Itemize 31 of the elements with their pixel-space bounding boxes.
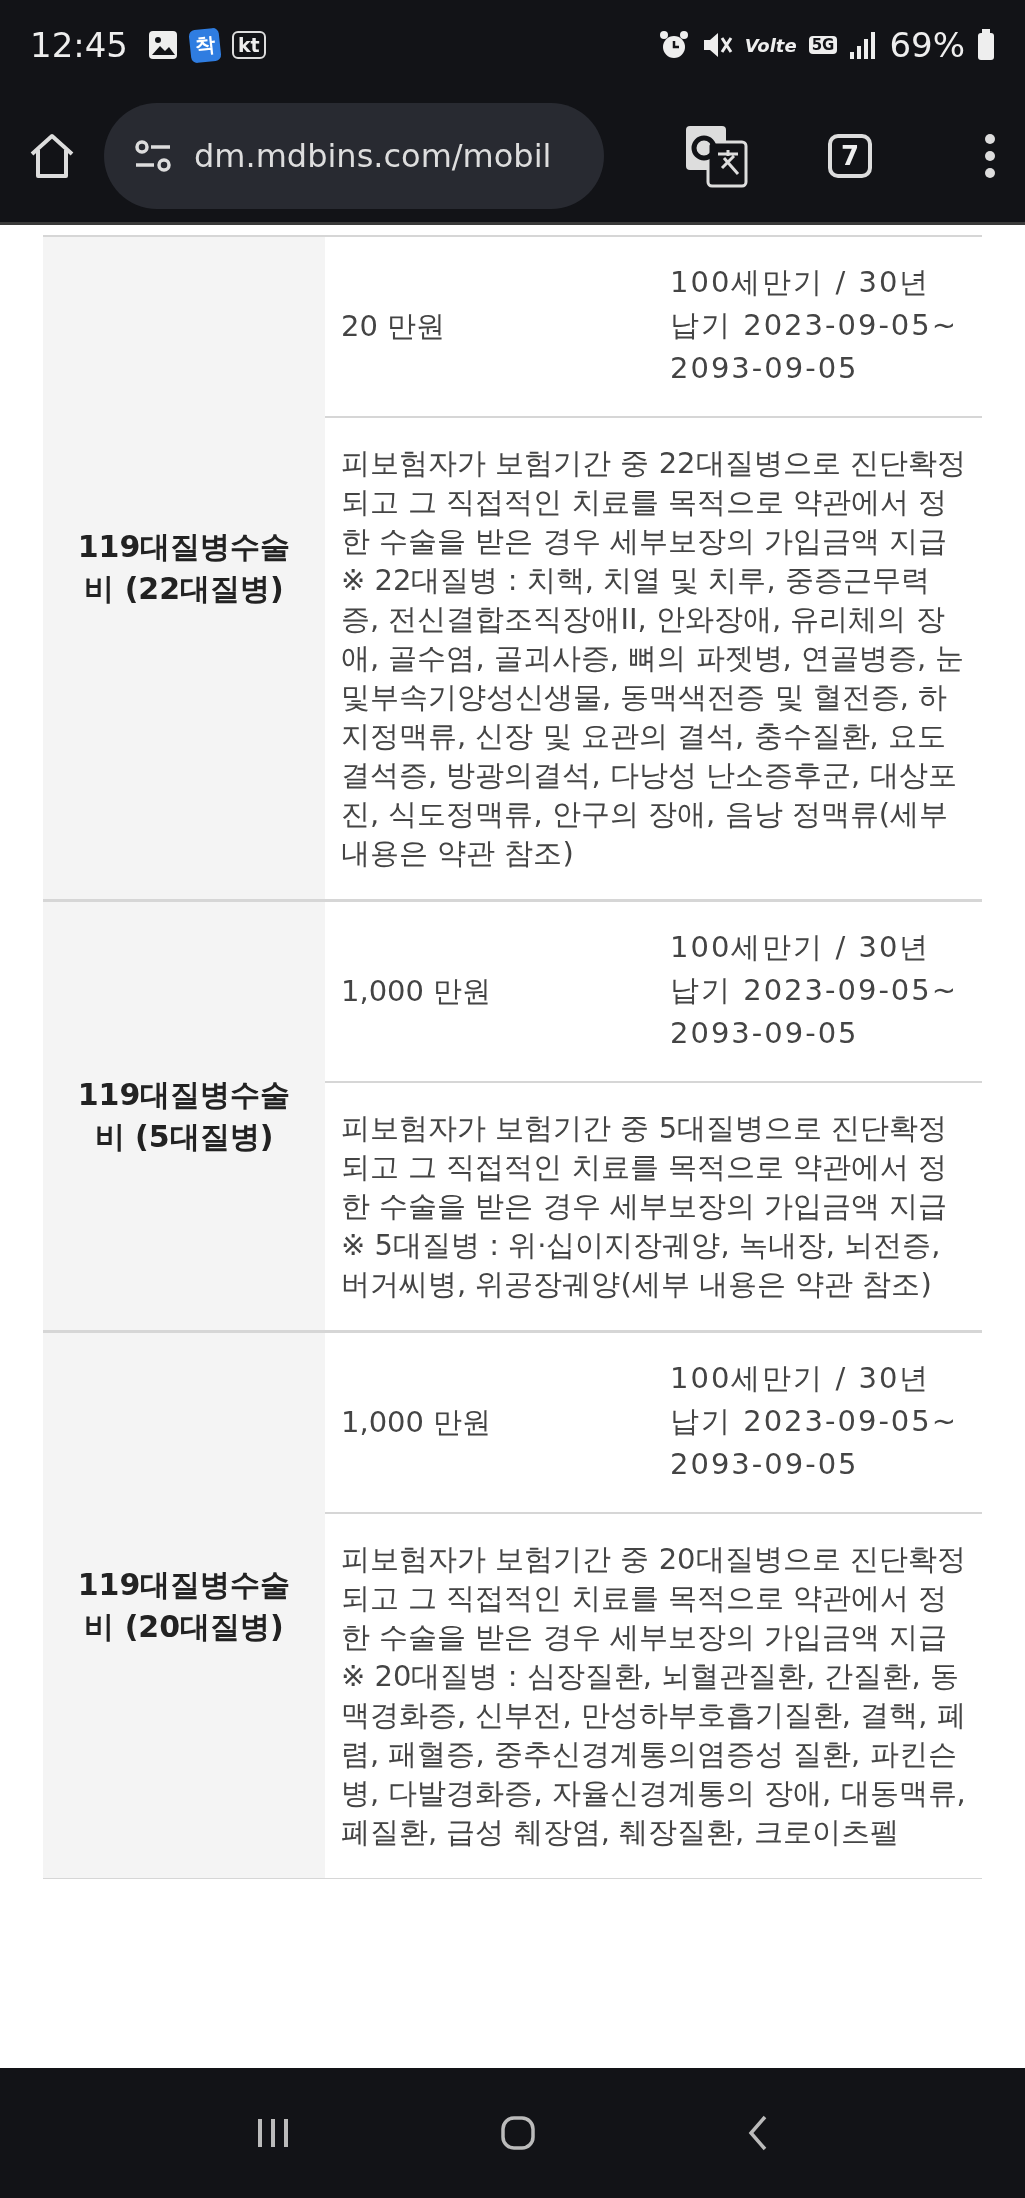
more-icon <box>983 133 997 179</box>
period-cell-text: 100세만기 / 30년 납기 2023-09-05~2093-09-05 <box>670 929 960 1052</box>
carrier-badge: kt <box>232 31 266 59</box>
amount-cell-text: 1,000 만원 <box>340 972 493 1010</box>
period-cell-text: 100세만기 / 30년 납기 2023-09-05~2093-09-05 <box>670 1360 960 1483</box>
alarm-icon <box>658 30 689 60</box>
period-cell-text: 100세만기 / 30년 납기 2023-09-05~2093-09-05 <box>670 264 960 387</box>
description-cell-text: 피보험자가 보험기간 중 5대질병으로 진단확정되고 그 직접적인 치료를 목적으로 약관에서 정한 수술을 받은 경우 세부보장의 가입금액 지급 ※ 5대질병 : 위·십이지장궤양, 녹내장, 뇌전증, 버거씨병, 위공장궤양(세부 내용은 약관 참조) <box>340 1110 949 1303</box>
home-icon <box>28 132 76 180</box>
translate-icon[interactable] <box>684 124 748 188</box>
recent-apps-icon <box>255 2117 290 2149</box>
description-cell-text: 피보험자가 보험기간 중 20대질병으로 진단확정되고 그 직접적인 치료를 목적으로 약관에서 정한 수술을 받은 경우 세부보장의 가입금액 지급 ※ 20대질병 : 심장질환, 뇌혈관질환, 간질환, 동맥경화증, 신부전, 만성하부호흡기질환, 결핵, 폐렴, 패혈증, 중추신경계통의염증성 질환, 파킨슨병, 다발경화증, 자율신경계통의 장애, 대동맥류, 폐질환, 급성 췌장염, 췌장질환, 크로이츠펠 <box>340 1541 967 1851</box>
app-badge: 착 <box>188 27 222 63</box>
battery-icon <box>977 29 995 61</box>
volte-label: Volte <box>744 34 797 56</box>
coverage-name: 119대질병수술비 (20대질병) <box>76 1565 292 1646</box>
battery-level: 69% <box>889 25 965 65</box>
signal-icon <box>849 30 878 60</box>
coverage-name: 119대질병수술비 (22대질병) <box>76 528 292 608</box>
coverage-name: 119대질병수술비 (5대질병) <box>76 1076 292 1156</box>
tune-icon <box>134 139 172 173</box>
image-icon <box>148 30 178 60</box>
home-button-icon <box>501 2116 536 2150</box>
tab-count-button[interactable]: 7 <box>828 134 872 178</box>
amount-cell-text: 1,000 만원 <box>340 1403 493 1441</box>
amount-cell-text: 20 만원 <box>340 307 447 345</box>
description-cell-text: 피보험자가 보험기간 중 22대질병으로 진단확정되고 그 직접적인 치료를 목적으로 약관에서 정한 수술을 받은 경우 세부보장의 가입금액 지급 ※ 22대질병 : 치핵, 치열 및 치루, 중증근무력증, 전신결합조직장애II, 안와장애, 유리체의 장애, 골수염, 골괴사증, 뼈의 파젯병, 연골병증, 눈및부속기양성신생물, 동맥색전증 및 혈전증, 하지정맥류, 신장 및 요관의 결석, 충수질환, 요도결석증, 방광의결석, 다낭성 난소증후군, 대상포진, 식도정맥류, 안구의 장애, 음낭 정맥류(세부 내용은 약관 참조) <box>340 445 967 872</box>
address-bar[interactable]: dm.mdbins.com/mobil <box>104 103 604 209</box>
clock-time: 12:45 <box>30 25 128 65</box>
network-label: 5G <box>808 36 838 54</box>
url-text: dm.mdbins.com/mobil <box>194 137 552 175</box>
